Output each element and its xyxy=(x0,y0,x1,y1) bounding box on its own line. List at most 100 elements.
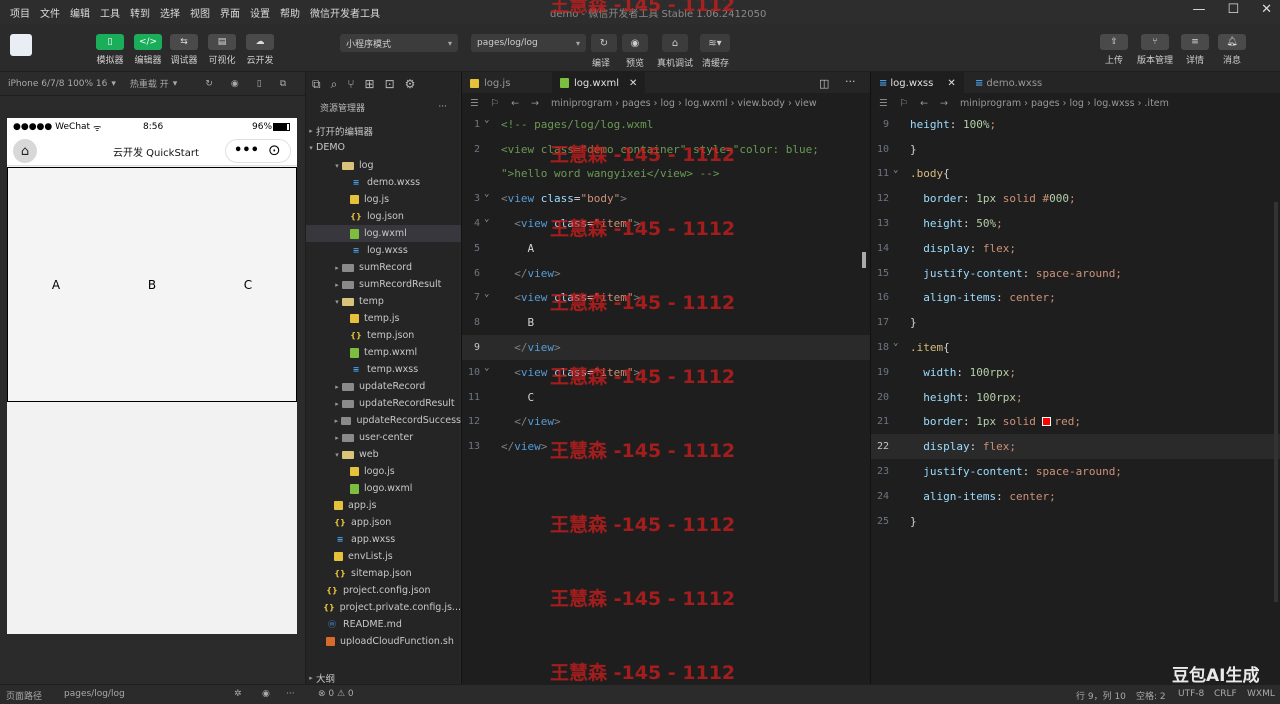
code-line[interactable]: 8 B xyxy=(462,310,871,335)
file-item[interactable]: temp.wxml xyxy=(306,344,461,361)
code-line[interactable]: 9 height: 100%; xyxy=(871,112,1280,137)
file-item[interactable]: ≡ app.wxss xyxy=(306,531,461,548)
visual-button[interactable]: ▤ 可视化 xyxy=(203,34,241,66)
debugger-button[interactable]: ⇆ 调试器 xyxy=(165,34,203,66)
fold-icon[interactable]: ⌄ xyxy=(484,189,489,199)
tab-demo-wxss[interactable]: ≡ demo.wxss xyxy=(967,72,1050,94)
menu-item[interactable]: 设置 xyxy=(250,5,270,20)
minimize-icon[interactable]: — xyxy=(1192,2,1205,17)
file-item[interactable]: {} temp.json xyxy=(306,327,461,344)
version-button[interactable]: ⑂ 版本管理 xyxy=(1136,34,1174,66)
code-line[interactable]: 3 <view class="body"> ⌄ xyxy=(462,186,871,211)
file-item[interactable]: logo.wxml xyxy=(306,480,461,497)
messages-button[interactable]: 🔔︎ 消息 xyxy=(1213,34,1251,66)
bookmark-icon[interactable]: ⚐ xyxy=(491,98,500,109)
remote-debug-button[interactable]: ⌂ xyxy=(662,34,688,52)
menu-item[interactable]: 视图 xyxy=(190,5,210,20)
preview-button[interactable]: ◉ xyxy=(622,34,648,52)
code-line[interactable]: 25} xyxy=(871,509,1280,534)
more-icon[interactable]: ••• xyxy=(234,143,259,158)
code-line[interactable]: 23 justify-content: space-around; xyxy=(871,459,1280,484)
code-line[interactable]: 13 height: 50%; xyxy=(871,211,1280,236)
simulator-button[interactable]: ▯ 模拟器 xyxy=(91,34,129,66)
menu-item[interactable]: 工具 xyxy=(100,5,120,20)
folder-item[interactable]: ▸ updateRecordResult xyxy=(306,395,461,412)
code-line[interactable]: 4 <view class="item"> ⌄ xyxy=(462,211,871,236)
menu-item[interactable]: 帮助 xyxy=(280,5,300,20)
code-line[interactable]: 21 border: 1px solid red; xyxy=(871,410,1280,435)
file-item[interactable]: ≡ log.wxss xyxy=(306,242,461,259)
code-line[interactable]: 7 <view class="item"> ⌄ xyxy=(462,286,871,311)
open-editors-section[interactable]: ▸ 打开的编辑器 xyxy=(306,122,461,139)
close-icon[interactable]: ✕ xyxy=(629,78,637,89)
fold-icon[interactable]: ⌄ xyxy=(484,214,489,224)
refresh-icon[interactable]: ↻ xyxy=(205,79,213,89)
copy-icon[interactable]: ⧉ xyxy=(280,79,286,89)
extensions-icon[interactable]: ⊞ xyxy=(365,77,375,91)
file-item[interactable]: log.js xyxy=(306,191,461,208)
editor-button[interactable]: </> 编辑器 xyxy=(129,34,167,66)
file-item[interactable]: app.js xyxy=(306,497,461,514)
menu-item[interactable]: 微信开发者工具 xyxy=(310,5,380,20)
file-item[interactable]: ⓜ README.md xyxy=(306,616,461,633)
code-line[interactable]: 5 A xyxy=(462,236,871,261)
tab-log-js[interactable]: log.js xyxy=(462,72,518,94)
file-item[interactable]: logo.js xyxy=(306,463,461,480)
menu-item[interactable]: 选择 xyxy=(160,5,180,20)
folder-item[interactable]: ▾ temp xyxy=(306,293,461,310)
hotreload-select[interactable]: 热重载 开 xyxy=(130,77,169,90)
code-line[interactable]: 24 align-items: center; xyxy=(871,484,1280,509)
code-line[interactable]: 2 <view class="demo container" style="col… xyxy=(462,137,871,162)
code-line[interactable]: 17} xyxy=(871,310,1280,335)
code-line[interactable]: 18 .item{⌄ xyxy=(871,335,1280,360)
folder-item[interactable]: ▸ updateRecord xyxy=(306,378,461,395)
search-icon[interactable]: ⌕ xyxy=(331,77,338,92)
maximize-icon[interactable]: ☐ xyxy=(1227,2,1239,17)
scrollbar[interactable] xyxy=(862,252,866,268)
folder-item[interactable]: ▸ sumRecord xyxy=(306,259,461,276)
upload-button[interactable]: ⇧ 上传 xyxy=(1095,34,1133,66)
forward-icon[interactable]: → xyxy=(940,98,948,109)
code-line[interactable]: 11 C xyxy=(462,385,871,410)
file-item[interactable]: {} sitemap.json xyxy=(306,565,461,582)
code-line[interactable]: 9 </view> xyxy=(462,335,871,360)
close-icon[interactable]: ✕ xyxy=(947,78,955,89)
folder-item[interactable]: ▾ web xyxy=(306,446,461,463)
code-line[interactable]: 14 display: flex; xyxy=(871,236,1280,261)
eye-icon[interactable]: ◉ xyxy=(262,689,270,699)
fold-icon[interactable]: ⌄ xyxy=(484,289,489,299)
menu-item[interactable]: 转到 xyxy=(130,5,150,20)
language-mode[interactable]: WXML xyxy=(1247,689,1275,699)
menu-icon[interactable]: ☰ xyxy=(879,98,888,109)
code-line[interactable]: 10 <view class="item"> ⌄ xyxy=(462,360,871,385)
page-select[interactable]: pages/log/log ▾ xyxy=(471,34,586,52)
bookmark-icon[interactable]: ⚐ xyxy=(900,98,909,109)
code-line[interactable]: 1 <!-- pages/log/log.wxml ⌄ xyxy=(462,112,871,137)
back-icon[interactable]: ← xyxy=(920,98,928,109)
settings-icon[interactable]: ⚙ xyxy=(405,77,416,91)
more-icon[interactable]: ··· xyxy=(286,689,295,699)
file-item[interactable]: envList.js xyxy=(306,548,461,565)
menu-icon[interactable]: ☰ xyxy=(470,98,479,109)
fold-icon[interactable]: ⌄ xyxy=(484,115,489,125)
problems-indicator[interactable]: ⊗ 0 ⚠ 0 xyxy=(318,689,354,699)
page-path[interactable]: pages/log/log xyxy=(64,689,125,699)
clear-cache-button[interactable]: ≋▾ xyxy=(700,34,730,52)
file-item[interactable]: log.wxml xyxy=(306,225,461,242)
code-area[interactable]: 1 <!-- pages/log/log.wxml ⌄ 2 <view class="d… xyxy=(462,112,871,684)
folder-item[interactable]: ▸ sumRecordResult xyxy=(306,276,461,293)
code-line[interactable]: 15 justify-content: space-around; xyxy=(871,261,1280,286)
bug-icon[interactable]: ✲ xyxy=(234,689,242,699)
fold-icon[interactable]: ⌄ xyxy=(893,338,898,348)
project-section[interactable]: ▾ DEMO xyxy=(306,139,461,156)
home-icon[interactable]: ⌂ xyxy=(13,139,37,163)
close-icon[interactable]: ✕ xyxy=(1261,2,1272,17)
file-item[interactable]: ≡ demo.wxss xyxy=(306,174,461,191)
file-item[interactable]: {} log.json xyxy=(306,208,461,225)
forward-icon[interactable]: → xyxy=(531,98,539,109)
code-line[interactable]: 10} xyxy=(871,137,1280,162)
tab-log-wxss[interactable]: ≡ log.wxss ✕ xyxy=(871,72,964,94)
page-path-label[interactable]: 页面路径 xyxy=(6,689,42,702)
back-icon[interactable]: ← xyxy=(511,98,519,109)
split-editor-icon[interactable]: ◫ xyxy=(819,77,829,90)
